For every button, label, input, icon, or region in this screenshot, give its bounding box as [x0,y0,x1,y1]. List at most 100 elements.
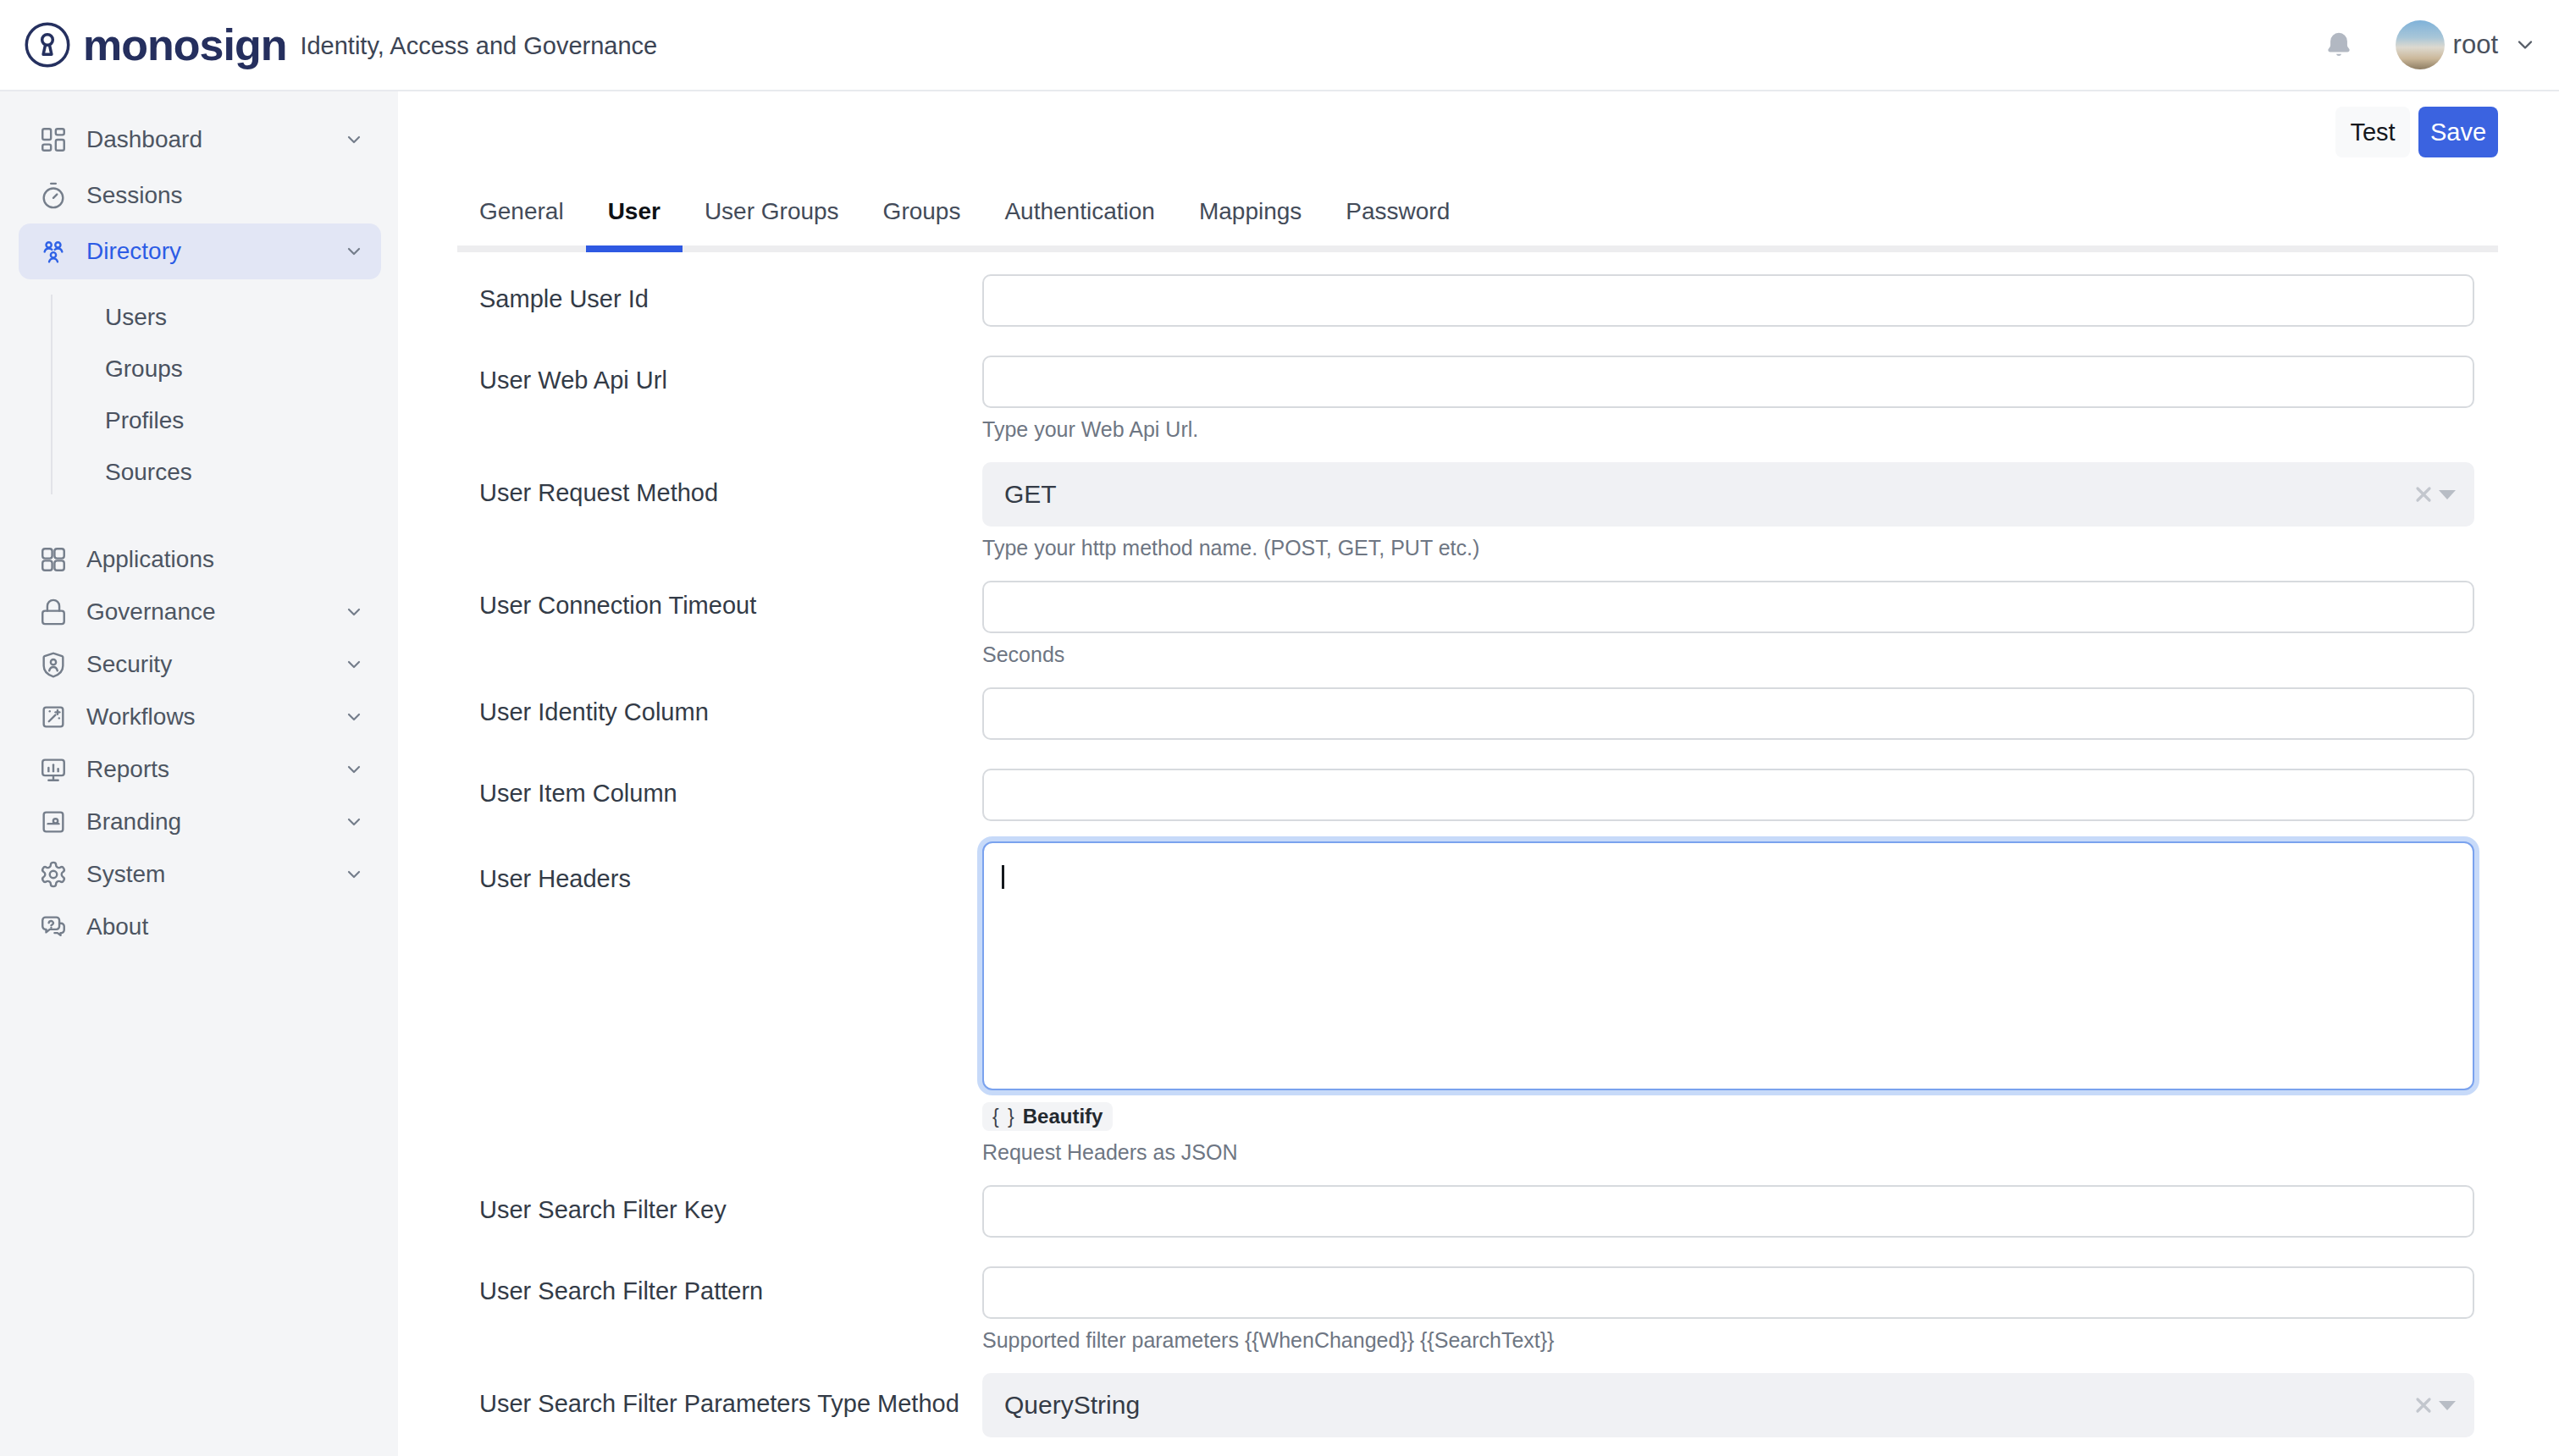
chevron-down-icon [344,812,364,832]
user-search-filter-parameters-type-method-select[interactable]: QueryString [982,1373,2474,1437]
field-label: User Search Filter Pattern [479,1266,982,1351]
sidebar-item-system[interactable]: System [19,848,381,901]
sidebar-item-about[interactable]: About [19,901,381,953]
sidebar-item-label: Applications [86,546,364,573]
clear-selection-icon[interactable] [2415,1397,2432,1414]
tab-user-groups[interactable]: User Groups [683,195,861,229]
app-tagline: Identity, Access and Governance [300,30,657,60]
sidebar-item-label: About [86,913,364,940]
tab-groups[interactable]: Groups [861,195,983,229]
field-help-text: Seconds [982,643,2474,665]
test-button[interactable]: Test [2335,107,2410,157]
field-label: Sample User Id [479,274,982,327]
field-label: User Search Filter Key [479,1185,982,1238]
sidebar-subitem-profiles[interactable]: Profiles [0,394,398,446]
submenu-guide-line [51,295,53,494]
app-header: monosign Identity, Access and Governance… [0,0,2559,91]
save-button[interactable]: Save [2418,107,2498,157]
gear-icon [39,860,68,889]
sidebar-item-dashboard[interactable]: Dashboard [19,112,381,168]
braces-icon: { } [992,1106,1016,1128]
sidebar-item-branding[interactable]: Branding [19,796,381,848]
form-row-user-web-api-url: User Web Api UrlType your Web Api Url. [479,356,2498,440]
chevron-down-icon [344,602,364,622]
form-row-user-headers: User Headers{ }Beautify Request Headers a… [479,841,2498,1163]
field-label: User Identity Column [479,687,982,740]
tab-bar: GeneralUserUser GroupsGroupsAuthenticati… [457,195,2498,252]
text-cursor [1002,865,1004,889]
field-label: User Request Method [479,462,982,559]
help-bubbles-icon [39,913,68,941]
apps-icon [39,545,68,574]
sidebar-submenu: UsersGroupsProfilesSources [0,291,398,498]
tab-user[interactable]: User [586,195,683,229]
main-content: Test Save GeneralUserUser GroupsGroupsAu… [398,91,2559,1456]
form-row-user-connection-timeout: User Connection TimeoutSeconds [479,581,2498,665]
field-label: User Item Column [479,769,982,821]
chevron-down-icon [344,654,364,675]
user-headers-textarea[interactable] [982,841,2474,1090]
user-search-filter-key-input[interactable] [982,1185,2474,1238]
sample-user-id-input[interactable] [982,274,2474,327]
user-avatar[interactable] [2396,20,2445,69]
field-label: User Search Filter Parameters Type Metho… [479,1373,982,1437]
sidebar-item-label: Governance [86,598,344,626]
form-row-user-identity-column: User Identity Column [479,687,2498,740]
field-label: User Connection Timeout [479,581,982,665]
sidebar-item-workflows[interactable]: Workflows [19,691,381,743]
select-value: QueryString [1004,1391,1140,1420]
sidebar-item-label: Workflows [86,703,344,731]
sliders-icon [39,808,68,836]
sidebar-item-applications[interactable]: Applications [19,533,381,586]
field-help-text: Type your http method name. (POST, GET, … [982,537,2474,559]
user-request-method-select[interactable]: GET [982,462,2474,527]
tab-authentication[interactable]: Authentication [982,195,1176,229]
user-identity-column-input[interactable] [982,687,2474,740]
field-label: User Headers [479,841,982,1163]
app: monosign Identity, Access and Governance… [0,0,2559,1456]
sidebar-item-reports[interactable]: Reports [19,743,381,796]
tab-mappings[interactable]: Mappings [1177,195,1324,229]
field-help-text: Type your Web Api Url. [982,418,2474,440]
user-connection-timeout-input[interactable] [982,581,2474,633]
field-help-text: Request Headers as JSON [982,1141,2474,1163]
sidebar-subitem-groups[interactable]: Groups [0,343,398,394]
tab-password[interactable]: Password [1324,195,1472,229]
clear-selection-icon[interactable] [2415,486,2432,503]
beautify-button[interactable]: { }Beautify [982,1102,1113,1131]
field-help-text: Supported filter parameters {{WhenChange… [982,1329,2474,1351]
shield-user-icon [39,650,68,679]
user-menu-chevron-icon[interactable] [2513,33,2537,57]
sidebar-item-label: Security [86,651,344,678]
form-row-sample-user-id: Sample User Id [479,274,2498,327]
sidebar-item-label: Dashboard [86,126,344,153]
form-row-user-item-column: User Item Column [479,769,2498,821]
chevron-down-icon [344,707,364,727]
sidebar-subitem-sources[interactable]: Sources [0,446,398,498]
stopwatch-icon [39,181,68,210]
select-value: GET [1004,480,1057,509]
form-row-user-request-method: User Request Method GET Type your http met… [479,462,2498,559]
user-item-column-input[interactable] [982,769,2474,821]
sidebar-subitem-users[interactable]: Users [0,291,398,343]
user-web-api-url-input[interactable] [982,356,2474,408]
user-search-filter-pattern-input[interactable] [982,1266,2474,1319]
sidebar-item-sessions[interactable]: Sessions [19,168,381,223]
sidebar-item-label: System [86,861,344,888]
tab-general[interactable]: General [457,195,586,229]
select-caret-icon[interactable] [2439,489,2456,499]
notifications-bell-icon[interactable] [2324,30,2353,60]
sidebar-item-label: Directory [86,238,344,265]
sidebar-item-directory[interactable]: Directory [19,223,381,279]
brand[interactable]: monosign [24,19,286,70]
select-caret-icon[interactable] [2439,1400,2456,1410]
form-row-user-search-filter-key: User Search Filter Key [479,1185,2498,1238]
chevron-down-icon [344,130,364,150]
sidebar-item-security[interactable]: Security [19,638,381,691]
field-label: User Web Api Url [479,356,982,440]
report-chart-icon [39,755,68,784]
sidebar-item-governance[interactable]: Governance [19,586,381,638]
users-icon [39,237,68,266]
form-row-user-search-filter-pattern: User Search Filter PatternSupported filt… [479,1266,2498,1351]
page-actions: Test Save [457,107,2498,157]
